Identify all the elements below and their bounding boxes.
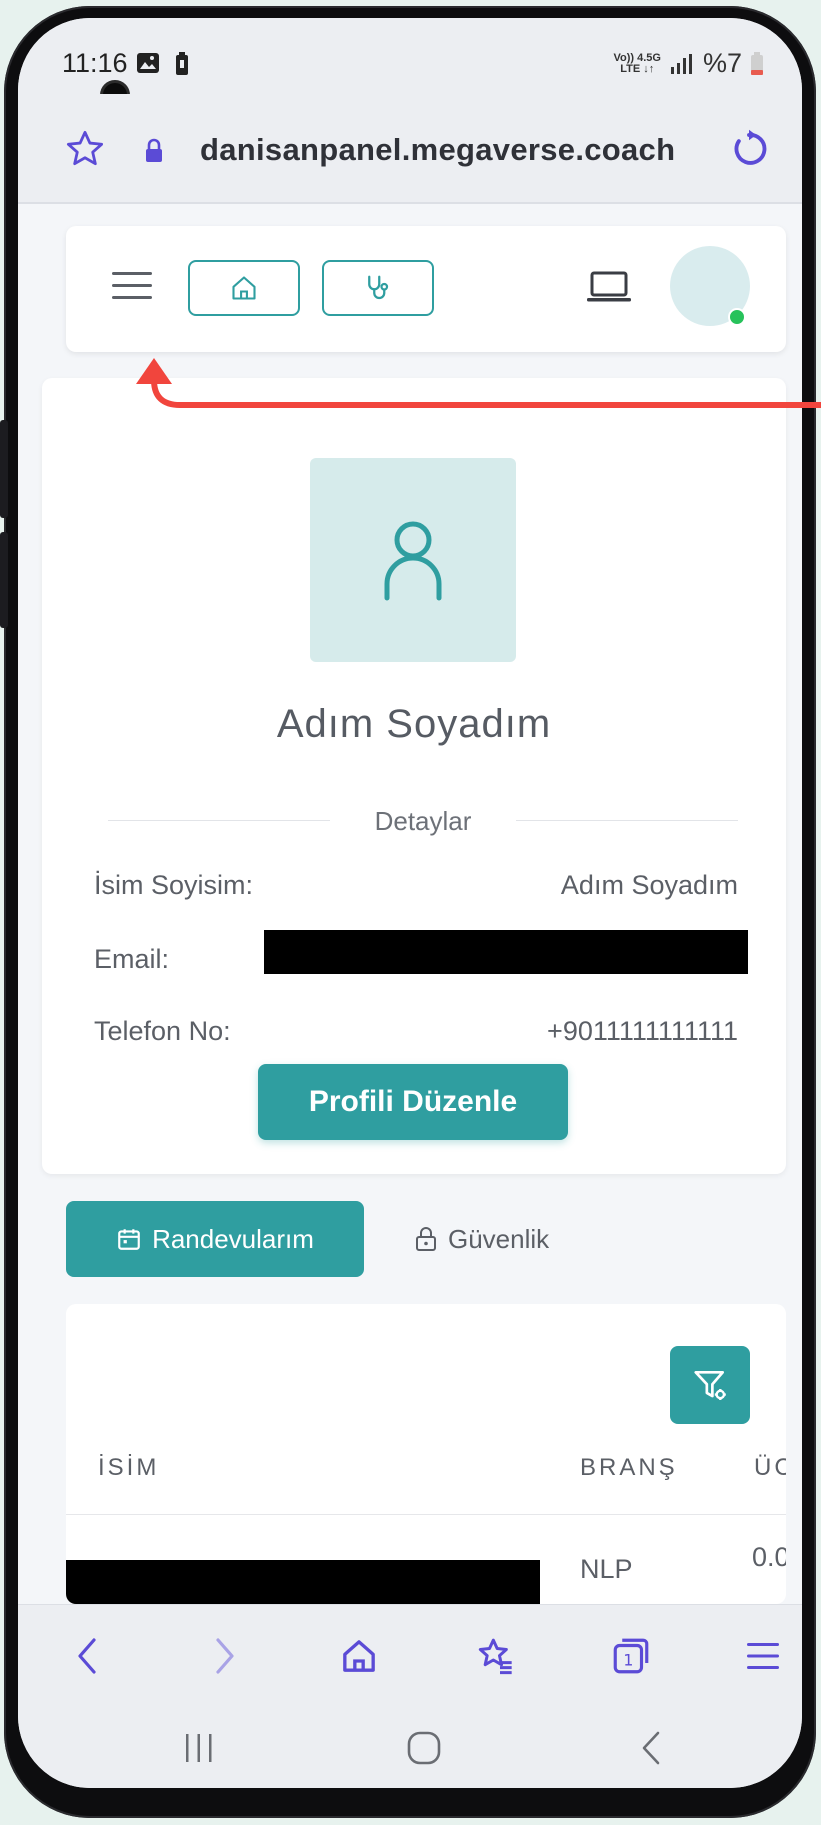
detail-row-phone: Telefon No: +9011111111111 [94, 1016, 738, 1056]
column-header-fee[interactable]: ÜC [754, 1454, 786, 1482]
lock-icon[interactable] [144, 138, 164, 164]
status-notification-icons [136, 52, 190, 76]
profile-name: Adım Soyadım [276, 702, 552, 746]
bookmarks-button[interactable] [470, 1631, 520, 1681]
browser-bottom-bar: 1 [18, 1604, 802, 1709]
redacted-email [264, 930, 748, 974]
volume-down-button [0, 532, 8, 628]
menu-icon [747, 1643, 779, 1669]
browser-home-button[interactable] [334, 1631, 384, 1681]
forward-arrow-icon [216, 1638, 234, 1674]
phone-screen: 11:16 Vo)) 4.5G LTE ↓↑ %7 danisanpanel.m… [18, 18, 802, 1788]
online-status-dot [728, 308, 746, 326]
stethoscope-icon [368, 275, 389, 300]
profile-photo-placeholder [310, 458, 516, 662]
network-type: Vo)) 4.5G LTE ↓↑ [613, 51, 661, 75]
battery-percentage: %7 [702, 48, 742, 78]
bookmarks-icon [478, 1638, 512, 1675]
status-right-icons: Vo)) 4.5G LTE ↓↑ %7 [613, 48, 764, 79]
battery-saver-notification-icon [176, 52, 188, 75]
detail-label: Email: [94, 944, 170, 974]
status-time: 11:16 [62, 48, 128, 78]
divider-line-right [516, 820, 738, 821]
image-notification-icon [137, 53, 159, 73]
back-button[interactable] [62, 1631, 112, 1681]
forward-button[interactable] [200, 1631, 250, 1681]
browser-url-bar: danisanpanel.megaverse.coach [18, 94, 802, 204]
tab-appointments[interactable]: Randevularım [66, 1201, 364, 1277]
column-header-name[interactable]: İSİM [98, 1454, 159, 1482]
redacted-name [66, 1560, 540, 1604]
appointments-table-card: İSİM BRANŞ ÜC NLP 0.0 [66, 1304, 786, 1604]
star-icon[interactable] [64, 128, 106, 170]
signal-icon [670, 53, 692, 74]
table-header-divider [66, 1514, 786, 1515]
details-heading: Detaylar [374, 806, 472, 836]
edit-profile-button[interactable]: Profili Düzenle [258, 1064, 568, 1140]
home-nav-button[interactable] [188, 260, 300, 316]
cell-fee: 0.0 [752, 1542, 786, 1572]
detail-label: Telefon No: [94, 1016, 231, 1046]
cell-branch: NLP [580, 1554, 633, 1584]
app-top-nav [66, 226, 786, 352]
lock-icon [416, 1227, 436, 1251]
home-circle-icon[interactable] [406, 1730, 442, 1766]
user-icon [384, 521, 442, 601]
system-nav-bar [18, 1708, 802, 1788]
details-divider: Detaylar [108, 802, 738, 838]
refresh-icon[interactable] [728, 128, 770, 170]
detail-row-fullname: İsim Soyisim: Adım Soyadım [94, 870, 738, 910]
battery-icon [751, 51, 763, 75]
filter-settings-button[interactable] [670, 1346, 750, 1424]
detail-value: +9011111111111 [547, 1016, 738, 1046]
calendar-icon [118, 1229, 140, 1250]
phone-frame: 11:16 Vo)) 4.5G LTE ↓↑ %7 danisanpanel.m… [0, 6, 816, 1818]
system-back-icon[interactable] [638, 1730, 664, 1766]
detail-value: Adım Soyadım [560, 870, 738, 900]
column-header-branch[interactable]: BRANŞ [580, 1454, 678, 1482]
laptop-icon[interactable] [586, 270, 632, 304]
status-bar: 11:16 Vo)) 4.5G LTE ↓↑ %7 [18, 18, 802, 110]
recent-apps-icon[interactable] [182, 1732, 216, 1764]
url-text[interactable]: danisanpanel.megaverse.coach [200, 132, 675, 168]
tab-appointments-label: Randevularım [152, 1223, 314, 1254]
browser-menu-button[interactable] [738, 1631, 788, 1681]
tab-security[interactable]: Güvenlik [414, 1201, 614, 1277]
hamburger-menu-icon[interactable] [110, 268, 154, 304]
home-icon [343, 1640, 375, 1672]
filter-settings-icon [694, 1370, 726, 1401]
home-icon [232, 276, 256, 300]
back-arrow-icon [78, 1638, 96, 1674]
tab-security-label: Güvenlik [448, 1223, 550, 1254]
volume-up-button [0, 420, 8, 518]
tab-count: 1 [623, 1651, 633, 1670]
doctor-nav-button[interactable] [322, 260, 434, 316]
profile-card: Adım Soyadım Detaylar İsim Soyisim: Adım… [42, 378, 786, 1174]
detail-label: İsim Soyisim: [94, 870, 254, 900]
tabs-button[interactable]: 1 [606, 1631, 656, 1681]
tabs-icon: 1 [613, 1638, 649, 1674]
